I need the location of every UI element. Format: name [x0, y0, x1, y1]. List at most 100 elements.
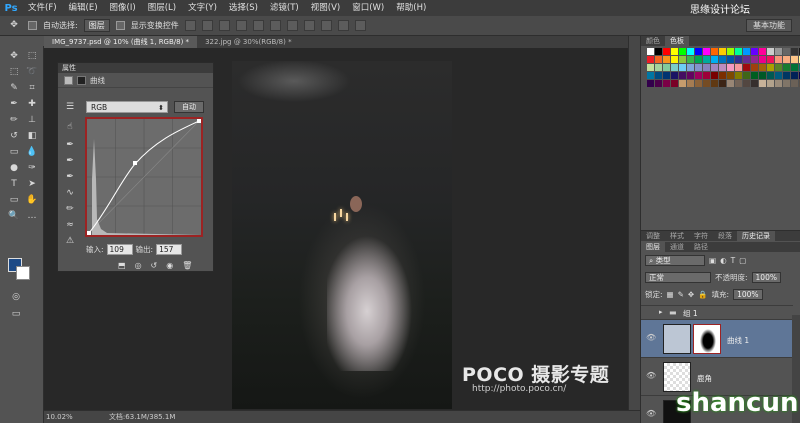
- tab-character[interactable]: 字符: [689, 231, 713, 241]
- color-swatch[interactable]: [791, 64, 798, 71]
- color-swatch[interactable]: [711, 56, 718, 63]
- auto-button[interactable]: 自动: [174, 101, 204, 113]
- clipping-warning-icon[interactable]: ⚠: [64, 235, 76, 247]
- tab-adjust[interactable]: 调整: [641, 231, 665, 241]
- tab-layers[interactable]: 图层: [641, 242, 665, 252]
- background-color-swatch[interactable]: [16, 266, 30, 280]
- color-swatch[interactable]: [735, 48, 742, 55]
- type-tool-icon[interactable]: T: [6, 178, 22, 191]
- menu-item[interactable]: 文件(F): [22, 0, 63, 16]
- eye-icon[interactable]: 👁: [646, 409, 656, 418]
- color-swatch[interactable]: [743, 64, 750, 71]
- menu-item[interactable]: 帮助(H): [390, 0, 432, 16]
- color-swatch[interactable]: [695, 48, 702, 55]
- color-swatch[interactable]: [759, 48, 766, 55]
- 3d-rotate-icon[interactable]: [354, 20, 366, 31]
- color-swatch[interactable]: [687, 64, 694, 71]
- filter-kind-dropdown[interactable]: ⌕ 类型: [645, 255, 705, 266]
- align-bottom-icon[interactable]: [218, 20, 230, 31]
- color-swatch[interactable]: [695, 72, 702, 79]
- distribute-2-icon[interactable]: [303, 20, 315, 31]
- color-swatch[interactable]: [647, 48, 654, 55]
- workspace-switcher[interactable]: 基本功能: [746, 19, 792, 32]
- color-swatch[interactable]: [783, 64, 790, 71]
- color-swatch[interactable]: [759, 72, 766, 79]
- black-point-eyedropper-icon[interactable]: ✒: [64, 139, 76, 151]
- delete-icon[interactable]: 🗑: [182, 261, 192, 270]
- white-point-eyedropper-icon[interactable]: ✒: [64, 171, 76, 183]
- color-swatch[interactable]: [767, 80, 774, 87]
- marquee-tool-icon[interactable]: ⬚: [6, 66, 22, 79]
- color-swatch[interactable]: [727, 72, 734, 79]
- tab-styles[interactable]: 样式: [665, 231, 689, 241]
- auto-select-dropdown[interactable]: 图层: [83, 19, 110, 32]
- history-brush-icon[interactable]: ↺: [6, 130, 22, 143]
- lock-all-icon[interactable]: 🔒: [698, 290, 707, 299]
- color-swatch[interactable]: [759, 64, 766, 71]
- curve-edit-icon[interactable]: ∿: [64, 187, 76, 199]
- filter-pixel-icon[interactable]: ▣: [709, 256, 716, 265]
- color-swatch[interactable]: [727, 48, 734, 55]
- filter-type-icon[interactable]: T: [731, 256, 736, 265]
- layer-group[interactable]: ▸ ▬ 组 1: [641, 305, 793, 319]
- lock-position-icon[interactable]: ✥: [688, 290, 694, 299]
- lasso-tool-icon[interactable]: ➰: [24, 66, 40, 79]
- color-swatch[interactable]: [775, 56, 782, 63]
- color-swatch[interactable]: [783, 72, 790, 79]
- 3d-mode-icon[interactable]: [337, 20, 349, 31]
- color-swatch[interactable]: [687, 72, 694, 79]
- stamp-tool-icon[interactable]: ⊥: [24, 114, 40, 127]
- menu-item[interactable]: 选择(S): [223, 0, 264, 16]
- color-swatch[interactable]: [767, 64, 774, 71]
- color-swatch[interactable]: [703, 48, 710, 55]
- group-expand-icon[interactable]: ▸: [659, 308, 663, 316]
- color-swatch[interactable]: [663, 80, 670, 87]
- color-swatch[interactable]: [791, 80, 798, 87]
- screen-mode-icon[interactable]: ▭: [8, 308, 24, 321]
- tab-paths[interactable]: 路径: [689, 242, 713, 252]
- doc-tab-jpg[interactable]: 322.jpg @ 30%(RGB/8) *: [197, 36, 300, 48]
- color-swatch[interactable]: [783, 56, 790, 63]
- edit-toolbar-icon[interactable]: …: [24, 210, 40, 223]
- blend-mode-dropdown[interactable]: 正常: [645, 272, 711, 283]
- align-top-icon[interactable]: [184, 20, 196, 31]
- color-swatch[interactable]: [687, 80, 694, 87]
- color-swatch[interactable]: [735, 72, 742, 79]
- output-field[interactable]: 157: [156, 244, 183, 255]
- tab-paragraph[interactable]: 段落: [713, 231, 737, 241]
- pen-tool-icon[interactable]: ✑: [24, 162, 40, 175]
- color-swatch[interactable]: [679, 80, 686, 87]
- color-swatch[interactable]: [663, 56, 670, 63]
- artboard-tool-icon[interactable]: ⬚: [24, 50, 40, 63]
- color-swatch[interactable]: [703, 64, 710, 71]
- tab-swatches[interactable]: 色板: [665, 36, 689, 46]
- show-transform-checkbox[interactable]: [115, 21, 125, 30]
- color-swatch[interactable]: [775, 72, 782, 79]
- eye-icon[interactable]: 👁: [646, 371, 656, 380]
- color-swatch[interactable]: [727, 80, 734, 87]
- color-swatch[interactable]: [695, 80, 702, 87]
- color-swatch[interactable]: [775, 48, 782, 55]
- color-swatch[interactable]: [775, 80, 782, 87]
- color-swatch[interactable]: [695, 56, 702, 63]
- zoom-level[interactable]: 10.02%: [46, 413, 73, 421]
- color-swatch[interactable]: [783, 48, 790, 55]
- distribute-icon[interactable]: [286, 20, 298, 31]
- color-swatch[interactable]: [711, 64, 718, 71]
- color-swatch[interactable]: [671, 64, 678, 71]
- menu-item[interactable]: 视图(V): [305, 0, 346, 16]
- color-swatch[interactable]: [743, 48, 750, 55]
- color-swatch[interactable]: [767, 72, 774, 79]
- distribute-3-icon[interactable]: [320, 20, 332, 31]
- tab-history[interactable]: 历史记录: [737, 231, 775, 241]
- menu-item[interactable]: 编辑(E): [63, 0, 104, 16]
- blur-tool-icon[interactable]: 💧: [24, 146, 40, 159]
- mask-icon[interactable]: [77, 75, 86, 85]
- color-swatch[interactable]: [719, 72, 726, 79]
- color-swatch[interactable]: [711, 48, 718, 55]
- color-swatch[interactable]: [671, 80, 678, 87]
- gray-point-eyedropper-icon[interactable]: ✒: [64, 155, 76, 167]
- dodge-tool-icon[interactable]: ●: [6, 162, 22, 175]
- color-swatch[interactable]: [655, 48, 662, 55]
- healing-tool-icon[interactable]: ✚: [24, 98, 40, 111]
